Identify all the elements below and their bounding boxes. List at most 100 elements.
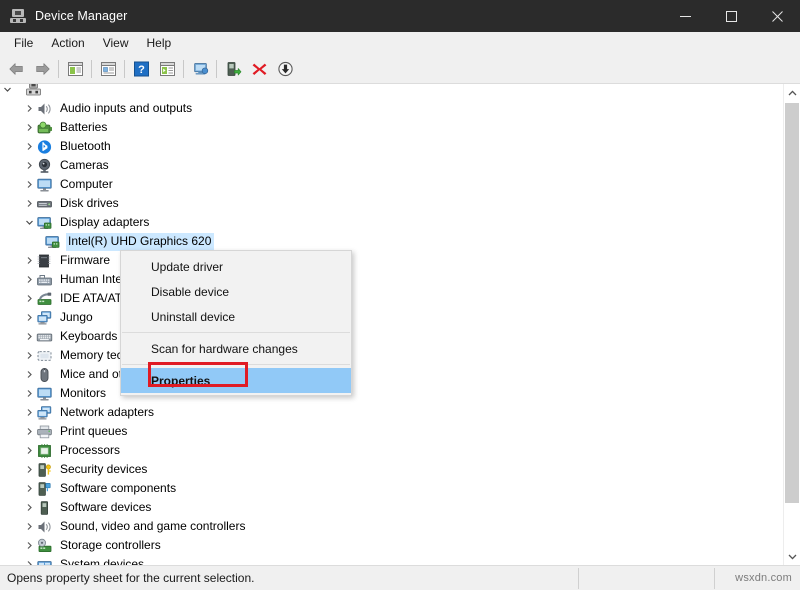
chevron-right-icon[interactable] [22,460,36,479]
chevron-right-icon[interactable] [22,479,36,498]
tree-item-monitors[interactable]: Monitors [0,384,782,403]
tree-item-audio-inputs-and-outputs[interactable]: Audio inputs and outputs [0,99,782,118]
chevron-right-icon[interactable] [22,137,36,156]
tree-item-label: Cameras [60,157,109,172]
chevron-right-icon[interactable] [22,156,36,175]
tree-item-network-adapters[interactable]: Network adapters [0,403,782,422]
tree-item-display-adapters[interactable]: Display adapters [0,213,782,232]
chevron-right-icon[interactable] [22,498,36,517]
tree-item-label: Computer [60,176,113,191]
menu-file[interactable]: File [5,33,42,54]
tree-item-processors[interactable]: Processors [0,441,782,460]
minimize-icon[interactable] [662,0,708,32]
chevron-right-icon[interactable] [22,289,36,308]
menu-action[interactable]: Action [42,33,93,54]
context-menu-item-scan-for-hardware-changes[interactable]: Scan for hardware changes [121,336,351,361]
tree-item-ide-ata-atapi-controllers[interactable]: IDE ATA/ATAPI controllers [0,289,782,308]
chevron-right-icon[interactable] [22,346,36,365]
tree-item-mice-and-other-pointing-devices[interactable]: Mice and other pointing devices [0,365,782,384]
title-bar: Device Manager [0,0,800,32]
menu-bar: File Action View Help [0,32,800,55]
software-device-icon [36,500,53,516]
tree-item-storage-controllers[interactable]: Storage controllers [0,536,782,555]
window-title: Device Manager [35,9,128,23]
computer-root-icon [25,84,42,97]
chevron-right-icon[interactable] [22,327,36,346]
tree-item-disk-drives[interactable]: Disk drives [0,194,782,213]
vertical-scrollbar[interactable] [783,84,800,565]
tree-item-label: Keyboards [60,328,118,343]
tree-root-label [47,88,52,91]
tree-item-sound-video-and-game-controllers[interactable]: Sound, video and game controllers [0,517,782,536]
tree-item-label: Print queues [60,423,128,438]
tree-item-label: Batteries [60,119,108,134]
show-hide-console-tree-icon[interactable] [62,57,88,81]
tree-item-batteries[interactable]: Batteries [0,118,782,137]
status-bar: Opens property sheet for the current sel… [0,565,800,590]
svg-text:?: ? [138,64,145,76]
scroll-down-arrow-icon[interactable] [784,548,800,565]
update-driver-icon[interactable] [154,57,180,81]
tree-item-jungo[interactable]: Jungo [0,308,782,327]
tree-item-label: Software devices [60,499,152,514]
memory-icon [36,348,53,364]
chevron-down-icon[interactable] [0,84,14,99]
tree-root-node[interactable] [0,84,782,99]
scroll-up-arrow-icon[interactable] [784,84,800,101]
properties-icon[interactable] [95,57,121,81]
toolbar-separator [124,60,125,78]
chevron-right-icon[interactable] [22,175,36,194]
chevron-right-icon[interactable] [22,251,36,270]
tree-item-label: Jungo [60,309,93,324]
close-icon[interactable] [754,0,800,32]
tree-item-human-interface-devices[interactable]: Human Interface Devices [0,270,782,289]
back-icon[interactable] [3,57,29,81]
chevron-right-icon[interactable] [22,384,36,403]
chevron-right-icon[interactable] [22,555,36,565]
chevron-right-icon[interactable] [22,194,36,213]
chevron-right-icon[interactable] [22,403,36,422]
security-device-icon [36,462,53,478]
chevron-right-icon[interactable] [22,517,36,536]
context-menu-item-uninstall-device[interactable]: Uninstall device [121,304,351,329]
context-menu-item-disable-device[interactable]: Disable device [121,279,351,304]
menu-help[interactable]: Help [138,33,181,54]
chevron-right-icon[interactable] [22,118,36,137]
enable-device-icon[interactable] [220,57,246,81]
tree-item-print-queues[interactable]: Print queues [0,422,782,441]
help-icon[interactable]: ? [128,57,154,81]
chevron-right-icon[interactable] [22,308,36,327]
tree-item-system-devices[interactable]: System devices [0,555,782,565]
chevron-right-icon[interactable] [22,422,36,441]
scan-for-hardware-changes-icon[interactable] [187,57,213,81]
tree-item-software-components[interactable]: Software components [0,479,782,498]
chevron-right-icon[interactable] [22,270,36,289]
chevron-down-icon[interactable] [22,213,36,232]
tree-item-memory-technology-devices[interactable]: Memory technology devices [0,346,782,365]
tree-item-intel-uhd-graphics-620[interactable]: Intel(R) UHD Graphics 620 [0,232,782,251]
display-adapter-icon [44,234,61,250]
tree-item-security-devices[interactable]: Security devices [0,460,782,479]
tree-item-bluetooth[interactable]: Bluetooth [0,137,782,156]
tree-item-keyboards[interactable]: Keyboards [0,327,782,346]
maximize-icon[interactable] [708,0,754,32]
display-adapter-icon [36,215,53,231]
ide-controller-icon [36,291,53,307]
tree-item-computer[interactable]: Computer [0,175,782,194]
firmware-icon [36,253,53,269]
chevron-right-icon[interactable] [22,536,36,555]
context-menu-item-properties[interactable]: Properties [121,368,351,393]
disable-device-icon[interactable] [272,57,298,81]
forward-icon[interactable] [29,57,55,81]
tree-item-label: Disk drives [60,195,119,210]
chevron-right-icon[interactable] [22,441,36,460]
menu-view[interactable]: View [94,33,138,54]
uninstall-device-icon[interactable] [246,57,272,81]
chevron-right-icon[interactable] [22,365,36,384]
tree-item-cameras[interactable]: Cameras [0,156,782,175]
scrollbar-thumb[interactable] [785,103,799,503]
tree-item-firmware[interactable]: Firmware [0,251,782,270]
chevron-right-icon[interactable] [22,99,36,118]
context-menu-item-update-driver[interactable]: Update driver [121,254,351,279]
tree-item-software-devices[interactable]: Software devices [0,498,782,517]
